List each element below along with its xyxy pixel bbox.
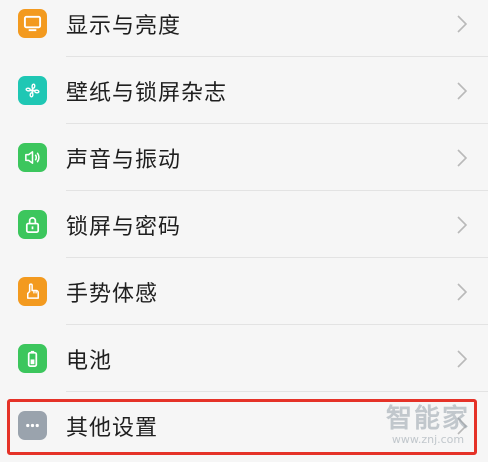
settings-screen: 显示与亮度 壁纸与锁屏杂志 声音与振动 锁屏与密码 手势体感 电池 其他设置 智… [0, 0, 488, 462]
settings-item-other[interactable]: 其他设置 [0, 392, 488, 459]
settings-item-label: 其他设置 [66, 415, 159, 441]
settings-list: 显示与亮度 壁纸与锁屏杂志 声音与振动 锁屏与密码 手势体感 电池 其他设置 [0, 0, 488, 459]
more-icon [18, 411, 47, 440]
settings-item-label: 壁纸与锁屏杂志 [66, 80, 228, 106]
settings-item-sound[interactable]: 声音与振动 [0, 124, 488, 191]
settings-item-lockscreen[interactable]: 锁屏与密码 [0, 191, 488, 258]
hand-icon [18, 277, 47, 306]
chevron-right-icon [456, 148, 468, 168]
chevron-right-icon [456, 282, 468, 302]
settings-item-label: 显示与亮度 [66, 13, 182, 39]
settings-item-display[interactable]: 显示与亮度 [0, 0, 488, 57]
battery-icon [18, 344, 47, 373]
display-icon [18, 9, 47, 38]
settings-item-label: 声音与振动 [66, 147, 182, 173]
lock-icon [18, 210, 47, 239]
settings-item-label: 电池 [66, 348, 113, 374]
pinwheel-icon [18, 76, 47, 105]
chevron-right-icon [456, 81, 468, 101]
chevron-right-icon [456, 416, 468, 436]
speaker-icon [18, 143, 47, 172]
settings-item-battery[interactable]: 电池 [0, 325, 488, 392]
settings-item-label: 手势体感 [66, 281, 159, 307]
settings-item-gestures[interactable]: 手势体感 [0, 258, 488, 325]
chevron-right-icon [456, 349, 468, 369]
settings-item-wallpaper[interactable]: 壁纸与锁屏杂志 [0, 57, 488, 124]
chevron-right-icon [456, 14, 468, 34]
chevron-right-icon [456, 215, 468, 235]
settings-item-label: 锁屏与密码 [66, 214, 182, 240]
